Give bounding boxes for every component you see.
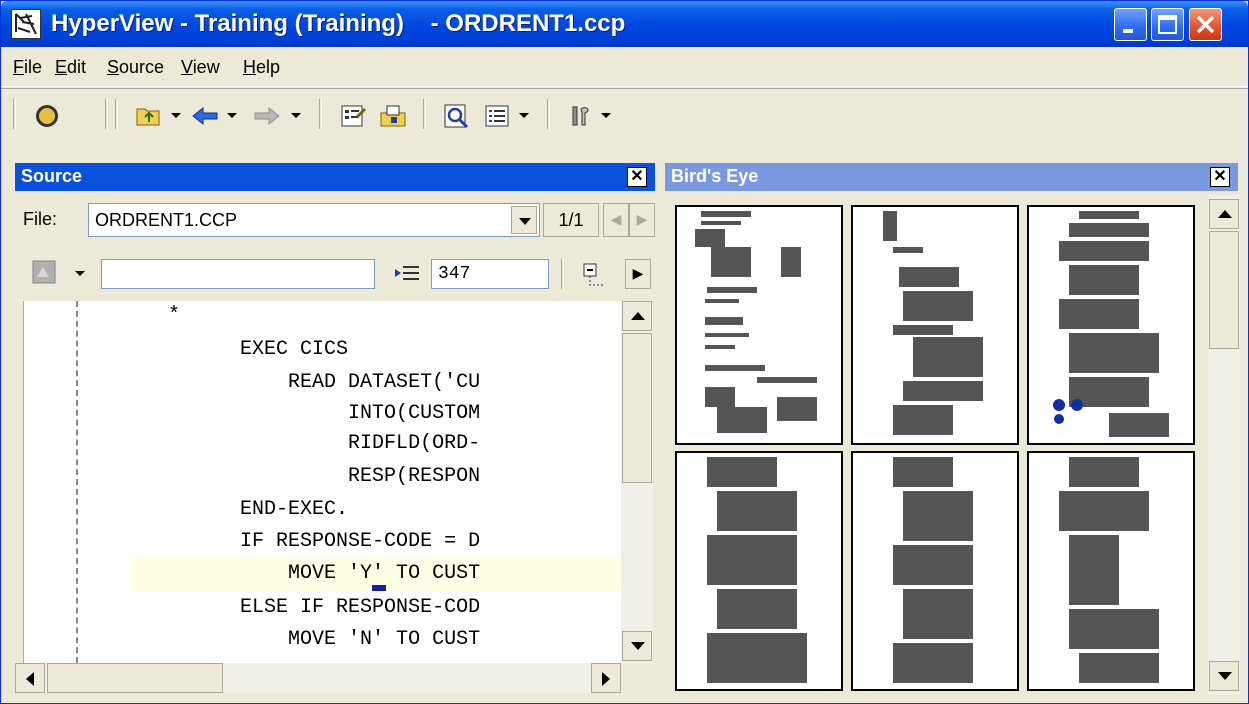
source-close-icon[interactable]: ✕ (627, 167, 647, 187)
open-folder-dropdown[interactable] (171, 113, 181, 118)
toolbar-separator (547, 99, 550, 129)
file-label: File: (23, 209, 58, 229)
back-dropdown[interactable] (227, 113, 237, 118)
history-dropdown[interactable] (75, 271, 85, 276)
code-line: ELSE IF RESPONSE-COD (24, 596, 481, 619)
page-indicator: 1/1 (543, 203, 599, 237)
page-thumbnail[interactable] (675, 205, 843, 445)
code-line: RIDFLD(ORD- (24, 432, 481, 455)
chevron-down-icon[interactable] (511, 206, 537, 234)
toolbar-grip[interactable] (115, 99, 118, 129)
menu-file[interactable]: File (13, 57, 42, 78)
source-horizontal-scrollbar[interactable] (15, 663, 621, 693)
overflow-chevron-icon[interactable]: ▶ (625, 259, 651, 289)
scroll-up-icon[interactable] (622, 301, 652, 331)
page-thumbnail-graphic (1053, 211, 1169, 437)
menu-help[interactable]: Help (243, 57, 280, 78)
menu-source[interactable]: Source (107, 57, 164, 78)
goto-line-icon[interactable] (393, 261, 419, 287)
text-cursor (372, 585, 386, 591)
scroll-thumb[interactable] (622, 333, 652, 483)
source-panel-title: Source (21, 166, 83, 186)
page-thumbnail-graphic (893, 457, 973, 683)
list-view-icon[interactable] (483, 103, 511, 129)
page-thumbnail[interactable] (851, 451, 1019, 691)
code-line: RESP(RESPON (24, 465, 481, 488)
title-bar[interactable]: HyperView - Training (Training) - ORDREN… (1, 1, 1248, 47)
page-thumbnail[interactable] (851, 205, 1019, 445)
maximize-button[interactable] (1151, 8, 1184, 41)
close-button[interactable] (1189, 8, 1222, 41)
toolbar (1, 88, 1248, 158)
search-icon[interactable] (443, 103, 471, 129)
toolbar-separator (423, 99, 426, 129)
window-title: HyperView - Training (Training) - ORDREN… (51, 10, 626, 37)
scroll-thumb[interactable] (1209, 231, 1239, 349)
page-thumbnail[interactable] (675, 451, 843, 691)
open-folder-icon[interactable] (135, 103, 163, 129)
code-line: * (24, 304, 181, 327)
page-thumbnail[interactable] (1027, 451, 1195, 691)
file-combo[interactable]: ORDRENT1.CCP (88, 203, 540, 237)
tools-icon[interactable] (567, 103, 595, 129)
birds-eye-vertical-scrollbar[interactable] (1208, 195, 1240, 695)
birds-eye-panel-header: Bird's Eye ✕ (665, 163, 1238, 191)
back-arrow-icon[interactable] (191, 103, 219, 129)
toolbar-separator (319, 99, 322, 129)
source-vertical-scrollbar[interactable] (621, 301, 653, 663)
history-icon[interactable] (31, 259, 59, 285)
collapse-icon[interactable] (581, 261, 605, 287)
scroll-left-icon[interactable] (15, 663, 45, 693)
properties-icon[interactable] (339, 103, 367, 129)
toolbar-separator (105, 99, 108, 129)
toolbar-separator (561, 259, 564, 289)
scroll-down-icon[interactable] (622, 631, 652, 661)
source-nav-row: 347 ▶ (15, 247, 655, 297)
scroll-right-icon[interactable] (591, 663, 621, 693)
file-combo-value: ORDRENT1.CCP (95, 210, 238, 230)
code-line: MOVE 'Y' TO CUST (24, 562, 481, 585)
page-thumbnail-graphic (883, 211, 983, 435)
forward-dropdown[interactable] (291, 113, 301, 118)
menu-view[interactable]: View (181, 57, 220, 78)
tools-dropdown[interactable] (601, 113, 611, 118)
prev-page-icon[interactable]: ◀ (603, 203, 629, 237)
list-view-dropdown[interactable] (519, 113, 529, 118)
page-thumbnail-graphic (695, 211, 817, 433)
forward-arrow-icon[interactable] (253, 103, 281, 129)
page-thumbnail-graphic (1059, 457, 1159, 683)
code-line: IF RESPONSE-CODE = D (24, 530, 481, 553)
menu-bar: File Edit Source View Help (1, 47, 1248, 87)
birds-eye-close-icon[interactable]: ✕ (1210, 167, 1230, 187)
birds-eye-view[interactable] (665, 195, 1206, 695)
navigate-icon[interactable] (33, 103, 61, 129)
page-thumbnail-graphic (707, 457, 807, 683)
birds-eye-panel-title: Bird's Eye (671, 166, 759, 186)
hyperview-app-icon[interactable] (11, 9, 41, 39)
code-line: MOVE 'N' TO CUST (24, 628, 481, 651)
menu-edit[interactable]: Edit (55, 57, 86, 78)
app-window: HyperView - Training (Training) - ORDREN… (0, 0, 1249, 704)
minimize-button[interactable] (1114, 8, 1147, 41)
code-line: END-EXEC. (24, 498, 349, 521)
source-panel-header: Source ✕ (15, 163, 655, 191)
scroll-up-icon[interactable] (1209, 199, 1239, 229)
code-line: EXEC CICS (24, 338, 349, 361)
code-line: READ DATASET('CU (24, 371, 481, 394)
file-selector-row: File: ORDRENT1.CCP 1/1 ◀ ▶ (15, 197, 655, 243)
search-input[interactable] (101, 259, 375, 289)
scroll-down-icon[interactable] (1209, 661, 1239, 691)
code-editor[interactable]: * EXEC CICS READ DATASET('CU INTO(CUSTOM… (23, 301, 621, 663)
toolbar-grip[interactable] (13, 99, 16, 129)
code-line: INTO(CUSTOM (24, 402, 481, 425)
scroll-thumb[interactable] (47, 663, 223, 693)
line-number-field[interactable]: 347 (431, 259, 549, 289)
repository-icon[interactable] (379, 103, 407, 129)
next-page-icon[interactable]: ▶ (629, 203, 655, 237)
page-thumbnail[interactable] (1027, 205, 1195, 445)
